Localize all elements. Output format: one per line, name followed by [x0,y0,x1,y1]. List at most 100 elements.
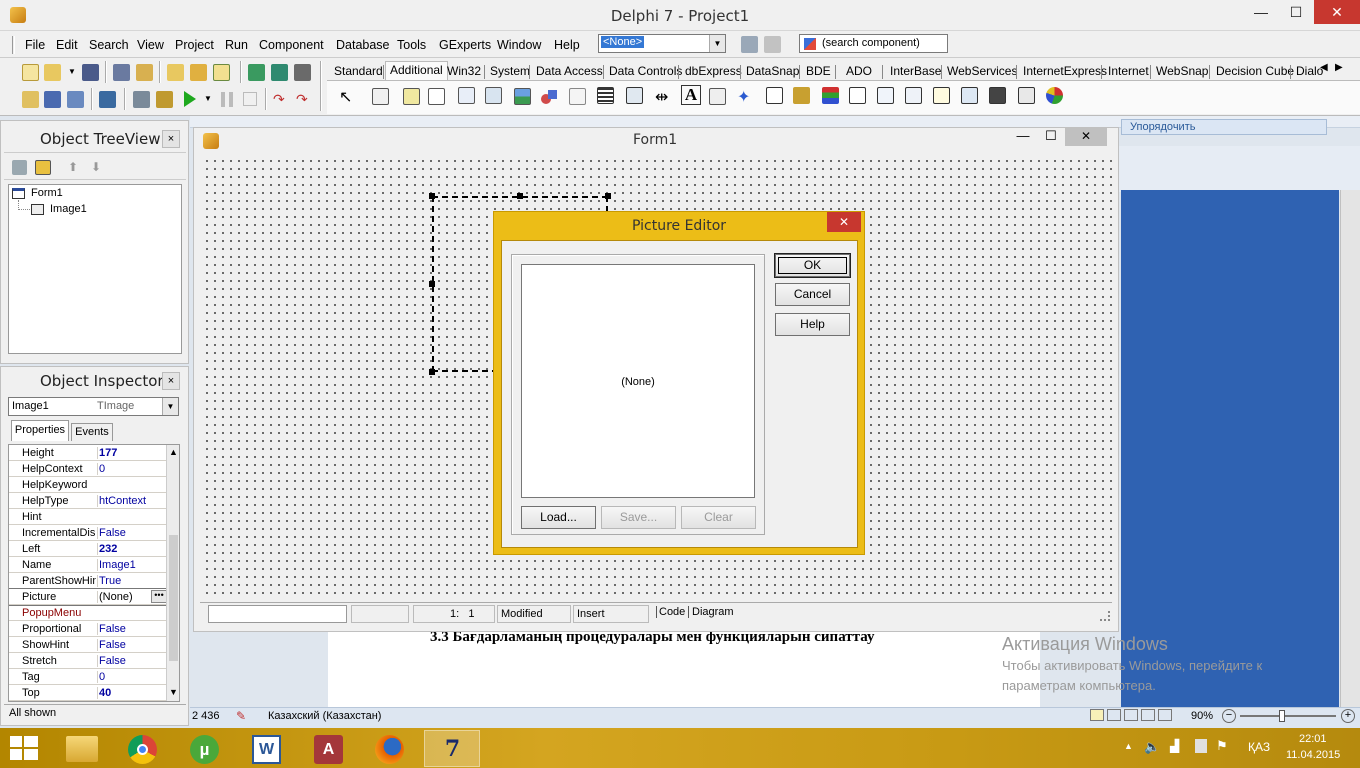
delete-item-icon[interactable] [35,160,51,175]
property-row-top[interactable]: Top 40 [9,685,167,701]
new-icon[interactable] [22,64,39,81]
clear-button[interactable]: Clear [681,506,756,529]
property-row-name[interactable]: Name Image1 [9,557,167,573]
word-language[interactable]: Казахский (Казахстан) [268,710,381,722]
palette-tab-additional[interactable]: Additional [385,61,448,80]
palette-tab-internetexpress[interactable]: InternetExpress [1023,64,1107,78]
property-row-helpcontext[interactable]: HelpContext 0 [9,461,167,477]
actionmainmenubar-icon[interactable] [905,87,922,104]
chevron-down-icon[interactable]: ▼ [162,398,178,415]
property-value[interactable]: Image1 [97,559,167,571]
set-debug-desktop-icon[interactable] [764,36,781,53]
menu-window[interactable]: Window [497,38,541,52]
save-button[interactable]: Save... [601,506,676,529]
selection-handle[interactable] [429,193,435,199]
flag-icon[interactable]: ⚑ [1216,738,1228,754]
move-up-icon[interactable]: ⬆ [68,160,78,174]
tab-events[interactable]: Events [71,423,113,441]
palette-tab-dbexpress[interactable]: dbExpress [685,64,742,78]
tab-code[interactable]: Code [656,606,685,618]
property-value[interactable]: 232 [97,543,167,555]
run-config-icon[interactable] [156,91,173,108]
palette-tab-interbase[interactable]: InterBase [890,64,941,78]
object-selector[interactable]: Image1 TImage ▼ [8,397,179,416]
form1-maximize-button[interactable]: ☐ [1039,128,1063,146]
desktop-layout-combo[interactable]: <None> ▼ [598,34,726,53]
menu-view[interactable]: View [137,38,164,52]
book-help-icon[interactable] [248,64,265,81]
form1-minimize-button[interactable]: — [1011,128,1035,146]
minimize-button[interactable]: — [1244,0,1278,24]
word-scrollbar[interactable] [1340,190,1360,710]
property-row-stretch[interactable]: Stretch False [9,653,167,669]
twilightcolormap-icon[interactable] [1018,87,1035,104]
property-value[interactable]: False [97,527,167,539]
debug-options-icon[interactable] [133,91,150,108]
palette-tab-decision-cube[interactable]: Decision Cube [1216,64,1294,78]
start-button[interactable] [10,736,38,760]
spellcheck-icon[interactable]: ✎ [236,709,252,723]
chart-icon[interactable] [849,87,866,104]
palette-tab-websnap[interactable]: WebSnap [1156,64,1208,78]
close-icon[interactable]: × [162,130,180,148]
property-row-incrementaldisplay[interactable]: IncrementalDisp False [9,525,167,541]
tab-diagram[interactable]: Diagram [688,606,734,618]
network-icon[interactable]: ▟ [1170,739,1179,753]
menu-run[interactable]: Run [225,38,248,52]
selection-handle[interactable] [605,193,611,199]
taskbar-access[interactable]: A [301,730,357,767]
volume-icon[interactable]: 🔈 [1144,739,1160,755]
property-row-tag[interactable]: Tag 0 [9,669,167,685]
labelededit-icon[interactable] [793,87,810,104]
ellipsis-button[interactable]: ••• [151,590,167,603]
move-down-icon[interactable]: ⬇ [91,160,101,174]
chevron-down-icon[interactable]: ▼ [204,94,212,103]
property-row-helptype[interactable]: HelpType htContext [9,493,167,509]
maskedit-icon[interactable] [428,88,445,105]
context-help-icon[interactable] [294,64,311,81]
tab-properties[interactable]: Properties [11,420,69,441]
checklistbox-icon[interactable] [626,87,643,104]
close-button[interactable]: ✕ [1314,0,1360,24]
controlbar-icon[interactable] [709,88,726,105]
zoom-in-button[interactable]: + [1341,709,1355,723]
form1-close-button[interactable]: ✕ [1065,127,1107,146]
zoom-out-button[interactable]: − [1222,709,1236,723]
usb-icon[interactable] [1195,739,1207,753]
property-row-helpkeyword[interactable]: HelpKeyword [9,477,167,493]
toggle-form-unit-icon[interactable] [67,91,84,108]
selection-handle[interactable] [517,193,523,199]
trace-into-icon[interactable]: ↷ [273,91,290,108]
shape-icon[interactable] [541,88,558,105]
pointer-icon[interactable]: ↖ [339,87,352,107]
property-value[interactable]: 177 [97,447,167,459]
statictext-icon[interactable]: A [681,85,701,105]
ok-button[interactable]: OK [775,254,850,277]
palette-scroll-left-icon[interactable]: ◀ [1320,62,1328,73]
clock-date[interactable]: 11.04.2015 [1286,749,1340,761]
bitbtn-icon[interactable] [372,88,389,105]
view-buttons[interactable] [1090,709,1180,725]
actionmanager-icon[interactable] [877,87,894,104]
palette-scroll-right-icon[interactable]: ▶ [1335,62,1343,73]
menu-project[interactable]: Project [175,38,214,52]
palette-tab-datasnap[interactable]: DataSnap [746,64,799,78]
add-file-icon[interactable] [167,64,184,81]
run-icon[interactable] [184,91,196,107]
scroll-up-icon[interactable]: ▲ [169,447,178,457]
property-value[interactable]: htContext [97,495,167,507]
maximize-button[interactable]: ☐ [1279,0,1313,24]
open-project-icon[interactable] [136,64,153,81]
property-row-hint[interactable]: Hint [9,509,167,525]
help-button[interactable]: Help [775,313,850,336]
step-over-icon[interactable]: ↷ [296,91,313,108]
speedbutton-icon[interactable] [403,88,420,105]
book-icon[interactable] [271,64,288,81]
stop-icon[interactable] [243,92,257,106]
zoom-level[interactable]: 90% [1191,710,1213,722]
view-form-icon[interactable] [44,91,61,108]
menu-file[interactable]: File [25,38,45,52]
palette-tab-data-access[interactable]: Data Access [536,64,603,78]
bevel-icon[interactable] [569,88,586,105]
stringgrid-icon[interactable] [458,87,475,104]
